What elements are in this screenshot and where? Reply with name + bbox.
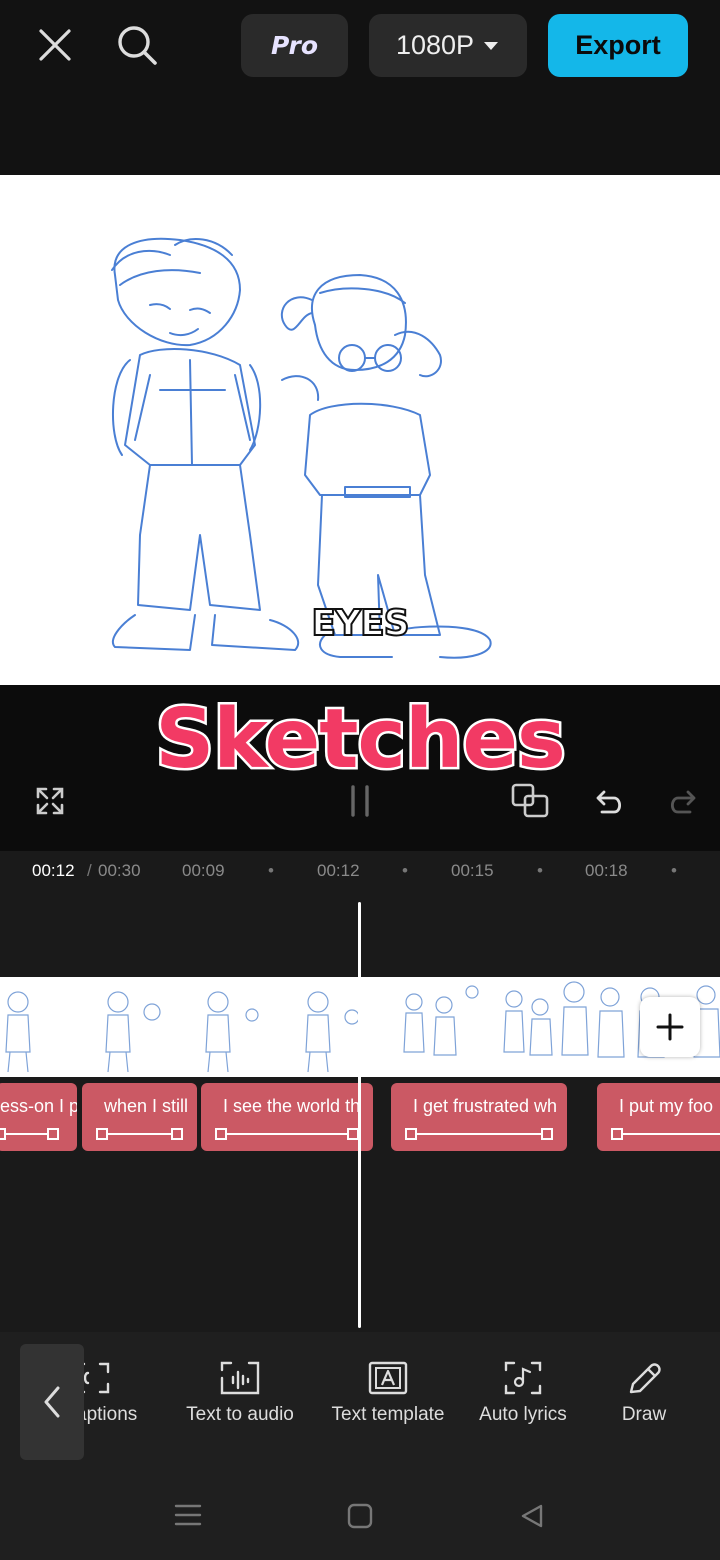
playhead[interactable] — [358, 902, 361, 1328]
tool-label: Text template — [331, 1404, 445, 1425]
caption-text[interactable]: EYES — [0, 602, 720, 645]
redo-icon[interactable] — [662, 782, 702, 820]
video-preview[interactable]: EYES — [0, 175, 720, 685]
system-nav-bar — [0, 1462, 720, 1560]
text-clip-label: I get frustrated wh — [413, 1096, 558, 1116]
tool-label: Draw — [621, 1404, 667, 1425]
resolution-dropdown[interactable]: 1080P — [369, 14, 527, 77]
text-clip[interactable]: I see the world th — [201, 1083, 373, 1151]
draw-button[interactable]: Draw — [604, 1360, 684, 1426]
fullscreen-icon[interactable] — [30, 782, 70, 820]
toolbar-back-button[interactable] — [20, 1344, 84, 1460]
tick-dot: • — [402, 861, 408, 880]
text-clip[interactable]: I get frustrated wh — [391, 1083, 567, 1151]
tool-label: Text to audio — [186, 1404, 294, 1425]
tick-label: 00:12 — [317, 861, 360, 880]
top-bar: Pro 1080P Export — [0, 0, 720, 175]
pause-icon[interactable] — [340, 782, 380, 820]
tick-dot: • — [537, 861, 543, 880]
pencil-icon — [629, 1363, 661, 1394]
text-to-audio-icon — [220, 1361, 260, 1395]
bottom-toolbar: aptions Text to audio Text template Auto… — [0, 1332, 720, 1462]
current-time: 00:12 — [32, 861, 75, 880]
recents-icon[interactable] — [168, 1500, 208, 1530]
text-to-audio-button[interactable]: Text to audio — [172, 1360, 308, 1426]
text-clip-label: when I still — [104, 1096, 189, 1116]
text-clip-handle[interactable] — [96, 1128, 183, 1140]
pro-label: Pro — [270, 31, 319, 60]
chevron-left-icon — [44, 1386, 60, 1418]
home-icon[interactable] — [342, 1500, 378, 1532]
thumbnail — [205, 991, 259, 1073]
search-icon[interactable] — [110, 20, 164, 70]
time-separator: / — [87, 861, 92, 880]
export-button[interactable]: Export — [548, 14, 688, 77]
overlay-title[interactable]: Sketches — [0, 690, 720, 790]
time-ruler: 00:12 / 00:30 00:09 • 00:12 • 00:15 • 00… — [0, 851, 720, 891]
tool-label: Auto lyrics — [479, 1404, 567, 1425]
auto-lyrics-icon — [504, 1361, 542, 1395]
total-time: 00:30 — [98, 861, 141, 880]
text-template-icon — [368, 1361, 408, 1395]
plus-icon — [656, 1013, 684, 1041]
undo-icon[interactable] — [590, 782, 630, 820]
thumbnail — [5, 991, 31, 1073]
resolution-label: 1080P — [395, 30, 475, 60]
text-template-button[interactable]: Text template — [318, 1360, 458, 1426]
captions-button[interactable]: aptions — [80, 1360, 164, 1426]
tick-dot: • — [268, 861, 274, 880]
captions-icon — [80, 1362, 110, 1394]
thumbnail — [503, 981, 625, 1058]
pro-button[interactable]: Pro — [241, 14, 348, 77]
text-clip-label: I see the world th — [223, 1096, 361, 1116]
thumbnail — [403, 985, 479, 1056]
auto-lyrics-button[interactable]: Auto lyrics — [464, 1360, 582, 1426]
tool-label: aptions — [80, 1404, 138, 1425]
tick-dot: • — [671, 861, 677, 880]
back-triangle-icon[interactable] — [514, 1500, 550, 1532]
text-clip[interactable]: I put my foo — [597, 1083, 720, 1151]
text-clip-handle[interactable] — [0, 1128, 59, 1140]
text-clip[interactable]: when I still — [82, 1083, 197, 1151]
text-clip-label: I put my foo — [619, 1096, 714, 1116]
text-clip[interactable]: ess-on I p — [0, 1083, 77, 1151]
thumbnail — [305, 991, 360, 1073]
close-icon[interactable] — [30, 22, 80, 68]
tick-label: 00:15 — [451, 861, 494, 880]
text-clip-label: ess-on I p — [0, 1096, 77, 1116]
chevron-down-icon — [484, 41, 499, 50]
tick-label: 00:09 — [182, 861, 225, 880]
text-clip-handle[interactable] — [405, 1128, 553, 1140]
export-label: Export — [575, 30, 661, 60]
thumbnail — [105, 991, 161, 1073]
keyframe-icon[interactable] — [506, 780, 556, 822]
text-clip-handle[interactable] — [611, 1128, 720, 1140]
text-clip-handle[interactable] — [215, 1128, 359, 1140]
tick-label: 00:18 — [585, 861, 628, 880]
add-clip-button[interactable] — [640, 997, 700, 1057]
